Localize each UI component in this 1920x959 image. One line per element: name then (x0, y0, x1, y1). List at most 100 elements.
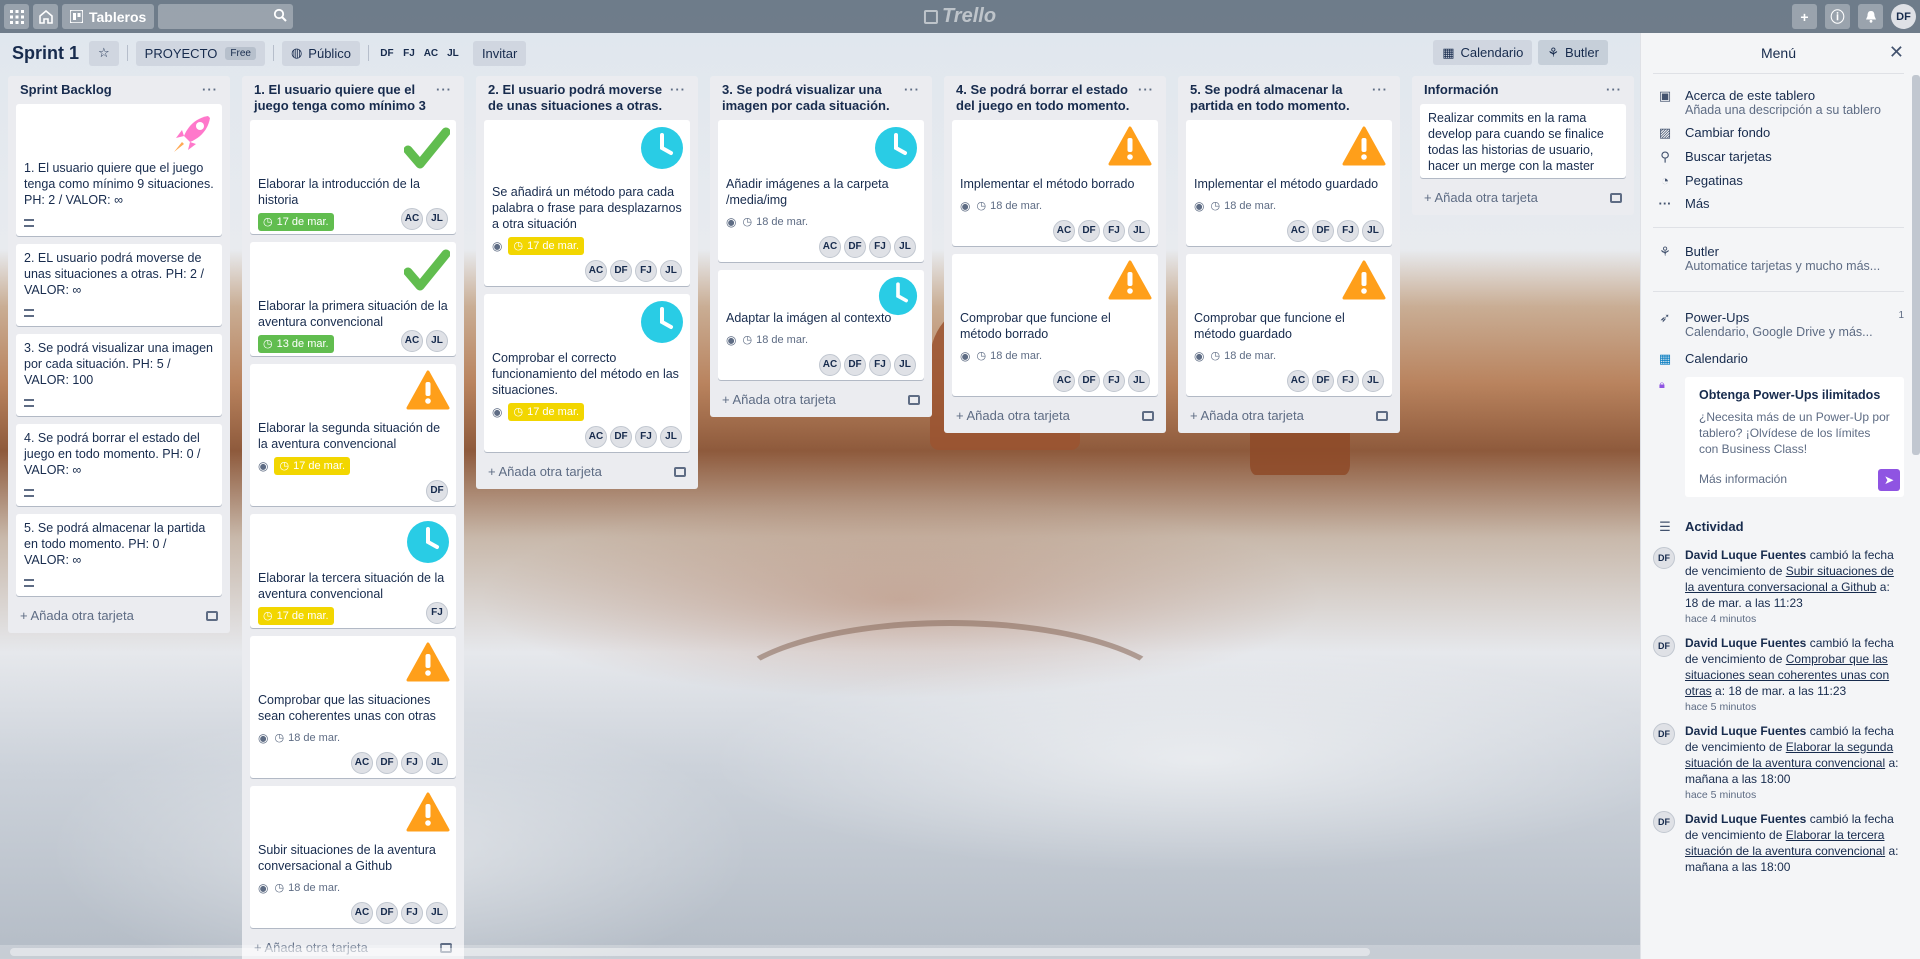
add-card-button[interactable]: + Añada otra tarjeta (1186, 404, 1392, 427)
member-avatar[interactable]: AC (1287, 370, 1309, 392)
send-icon[interactable]: ➤ (1878, 469, 1900, 491)
member-avatar[interactable]: FJ (401, 902, 423, 924)
member-avatar[interactable]: JL (894, 354, 916, 376)
menu-item-stickers[interactable]: ◔ Pegatinas (1653, 169, 1904, 192)
member-avatar[interactable]: FJ (1103, 220, 1125, 242)
list-menu-icon[interactable]: ··· (1606, 82, 1622, 98)
board-member-avatar[interactable]: FJ (399, 41, 419, 66)
due-date-badge[interactable]: ◷ 17 de mar. (258, 607, 334, 625)
member-avatar[interactable]: DF (426, 480, 448, 502)
member-avatar[interactable]: DF (1312, 370, 1334, 392)
list-header[interactable]: Sprint Backlog ··· (16, 76, 222, 104)
list-menu-icon[interactable]: ··· (436, 82, 452, 98)
member-avatar[interactable]: JL (426, 208, 448, 230)
template-icon[interactable] (1142, 410, 1154, 421)
menu-item-powerups[interactable]: ➶ Power-Ups Calendario, Google Drive y más… (1653, 306, 1904, 343)
activity-user[interactable]: David Luque Fuentes (1685, 724, 1806, 738)
list-title[interactable]: Sprint Backlog (20, 82, 112, 98)
member-avatar[interactable]: JL (426, 752, 448, 774)
menu-item-background[interactable]: ▨ Cambiar fondo (1653, 121, 1904, 145)
card[interactable]: Elaborar la primera situación de la aven… (250, 242, 456, 356)
activity-user[interactable]: David Luque Fuentes (1685, 812, 1806, 826)
member-avatar[interactable]: JL (1128, 220, 1150, 242)
due-date-badge[interactable]: ◷ 18 de mar. (274, 880, 340, 896)
menu-item-butler[interactable]: ⚘ Butler Automatice tarjetas y mucho más..… (1653, 240, 1904, 277)
member-avatar[interactable]: JL (426, 902, 448, 924)
list-menu-icon[interactable]: ··· (202, 82, 218, 98)
template-icon[interactable] (1610, 192, 1622, 203)
member-avatar[interactable]: FJ (1337, 370, 1359, 392)
board-member-avatar[interactable]: DF (377, 41, 397, 66)
invite-button[interactable]: Invitar (472, 40, 527, 66)
boards-button[interactable]: Tableros (62, 4, 155, 29)
card[interactable]: Añadir imágenes a la carpeta /media/img ◉… (718, 120, 924, 262)
due-date-badge[interactable]: ◷ 18 de mar. (742, 214, 808, 230)
template-icon[interactable] (1376, 410, 1388, 421)
apps-icon[interactable] (4, 4, 29, 29)
member-avatar[interactable]: DF (844, 354, 866, 376)
horizontal-scrollbar[interactable] (0, 945, 1640, 959)
member-avatar[interactable]: JL (660, 426, 682, 448)
member-avatar[interactable]: JL (1362, 370, 1384, 392)
member-avatar[interactable]: FJ (635, 260, 657, 282)
member-avatar[interactable]: AC (1053, 370, 1075, 392)
card[interactable]: 2. EL usuario podrá moverse de unas situ… (16, 244, 222, 326)
add-card-button[interactable]: + Añada otra tarjeta (718, 388, 924, 411)
trello-logo[interactable]: Trello (923, 5, 996, 28)
card[interactable]: Subir situaciones de la aventura convers… (250, 786, 456, 928)
member-avatar[interactable]: JL (894, 236, 916, 258)
list-title[interactable]: 2. El usuario podrá moverse de unas situ… (488, 82, 664, 114)
list-menu-icon[interactable]: ··· (904, 82, 920, 98)
member-avatar[interactable]: AC (401, 208, 423, 230)
activity-avatar[interactable]: DF (1653, 811, 1675, 833)
list-menu-icon[interactable]: ··· (1138, 82, 1154, 98)
scrollbar-thumb[interactable] (10, 948, 1370, 956)
card[interactable]: Realizar commits en la rama develop para… (1420, 104, 1626, 178)
user-avatar[interactable]: DF (1891, 4, 1916, 29)
card[interactable]: 4. Se podrá borrar el estado del juego e… (16, 424, 222, 506)
member-avatar[interactable]: FJ (869, 354, 891, 376)
due-date-badge[interactable]: ◷ 17 de mar. (508, 237, 585, 255)
activity-user[interactable]: David Luque Fuentes (1685, 548, 1806, 562)
list-header[interactable]: 5. Se podrá almacenar la partida en todo… (1186, 76, 1392, 120)
card[interactable]: Implementar el método borrado ◉ ◷ 18 de mar… (952, 120, 1158, 246)
member-avatar[interactable]: AC (351, 902, 373, 924)
info-icon[interactable]: ⓘ (1825, 4, 1850, 29)
menu-item-about[interactable]: ▣ Acerca de este tablero Añada una descrip… (1653, 84, 1904, 121)
due-date-badge[interactable]: ◷ 17 de mar. (274, 457, 351, 475)
activity-user[interactable]: David Luque Fuentes (1685, 636, 1806, 650)
member-avatar[interactable]: DF (1078, 220, 1100, 242)
butler-button[interactable]: ⚘ Butler (1538, 40, 1608, 65)
card[interactable]: Elaborar la tercera situación de la aven… (250, 514, 456, 628)
template-icon[interactable] (674, 466, 686, 477)
list-title[interactable]: 1. El usuario quiere que el juego tenga … (254, 82, 430, 114)
due-date-badge[interactable]: ◷ 18 de mar. (976, 348, 1042, 364)
member-avatar[interactable]: FJ (1337, 220, 1359, 242)
board-title[interactable]: Sprint 1 (12, 43, 79, 64)
add-card-button[interactable]: + Añada otra tarjeta (484, 460, 690, 483)
member-avatar[interactable]: AC (351, 752, 373, 774)
member-avatar[interactable]: AC (1287, 220, 1309, 242)
add-card-button[interactable]: + Añada otra tarjeta (1420, 186, 1626, 209)
template-icon[interactable] (908, 394, 920, 405)
list-header[interactable]: 3. Se podrá visualizar una imagen por ca… (718, 76, 924, 120)
list-title[interactable]: 3. Se podrá visualizar una imagen por ca… (722, 82, 898, 114)
due-date-badge[interactable]: ◷ 18 de mar. (976, 198, 1042, 214)
due-date-badge[interactable]: ◷ 18 de mar. (1210, 348, 1276, 364)
member-avatar[interactable]: DF (1078, 370, 1100, 392)
member-avatar[interactable]: JL (1362, 220, 1384, 242)
due-date-badge[interactable]: ◷ 18 de mar. (1210, 198, 1276, 214)
due-date-badge[interactable]: ◷ 17 de mar. (508, 403, 585, 421)
member-avatar[interactable]: FJ (635, 426, 657, 448)
member-avatar[interactable]: FJ (426, 602, 448, 624)
member-avatar[interactable]: AC (819, 236, 841, 258)
due-date-badge[interactable]: ◷ 18 de mar. (274, 730, 340, 746)
card[interactable]: Comprobar que las situaciones sean coher… (250, 636, 456, 778)
activity-avatar[interactable]: DF (1653, 635, 1675, 657)
card[interactable]: 5. Se podrá almacenar la partida en todo… (16, 514, 222, 596)
card[interactable]: Elaborar la segunda situación de la aven… (250, 364, 456, 506)
board-member-avatar[interactable]: AC (421, 41, 441, 66)
member-avatar[interactable]: DF (376, 902, 398, 924)
card[interactable]: 1. El usuario quiere que el juego tenga … (16, 104, 222, 236)
menu-item-more[interactable]: ··· Más (1653, 192, 1904, 215)
